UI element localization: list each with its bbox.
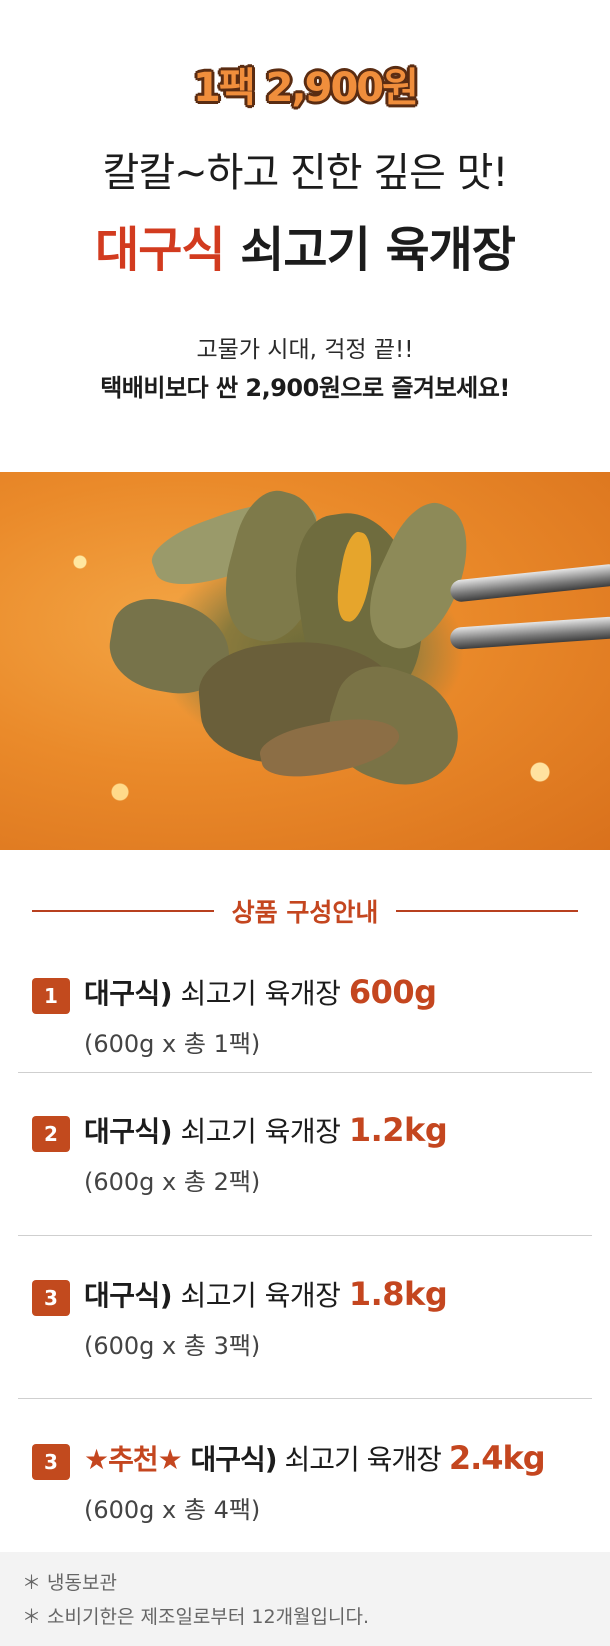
option-name: 대구식) 쇠고기 육개장 1.8kg bbox=[84, 1274, 448, 1314]
headline-tagline: 칼칼~하고 진한 깊은 맛! bbox=[102, 150, 509, 196]
option-detail: (600g x 총 3팩) bbox=[84, 1332, 261, 1360]
option-brand: 대구식) bbox=[190, 1443, 277, 1476]
item-divider bbox=[18, 1072, 592, 1073]
composition-header: 상품 구성안내 bbox=[0, 893, 610, 929]
option-size: 1.8kg bbox=[348, 1275, 448, 1313]
recommend-label: ★추천★ bbox=[84, 1443, 191, 1476]
storage-note: ＊ 냉동보관 bbox=[22, 1572, 117, 1594]
price-badge: 1팩 2,900원 bbox=[193, 65, 419, 111]
headline-accent: 대구식 bbox=[95, 222, 225, 278]
option-name: ★추천★ 대구식) 쇠고기 육개장 2.4kg bbox=[84, 1438, 546, 1478]
subheadline-2: 택배비보다 싼 2,900원으로 즐겨보세요! bbox=[100, 374, 510, 402]
option-number-badge: 2 bbox=[32, 1116, 70, 1152]
option-size: 1.2kg bbox=[348, 1111, 448, 1149]
option-brand: 대구식) bbox=[84, 1115, 173, 1148]
notice-box: ＊ 냉동보관 ＊ 소비기한은 제조일로부터 12개월입니다. bbox=[0, 1552, 610, 1646]
option-detail: (600g x 총 2팩) bbox=[84, 1168, 261, 1196]
option-detail: (600g x 총 1팩) bbox=[84, 1030, 261, 1058]
option-number-badge: 1 bbox=[32, 978, 70, 1014]
option-name: 대구식) 쇠고기 육개장 1.2kg bbox=[84, 1110, 448, 1150]
item-divider bbox=[18, 1235, 592, 1236]
header-rule-left bbox=[31, 910, 214, 912]
option-item: 2 대구식) 쇠고기 육개장 1.2kg (600g x 총 2팩) bbox=[32, 1108, 592, 1228]
product-photo bbox=[0, 472, 610, 850]
option-number-badge: 3 bbox=[32, 1280, 70, 1316]
composition-title: 상품 구성안내 bbox=[231, 898, 379, 927]
header-rule-right bbox=[396, 910, 579, 912]
option-item: 3 ★추천★ 대구식) 쇠고기 육개장 2.4kg (600g x 총 4팩) bbox=[32, 1436, 592, 1556]
expiry-note: ＊ 소비기한은 제조일로부터 12개월입니다. bbox=[22, 1606, 370, 1628]
hero-section: 1팩 2,900원 칼칼~하고 진한 깊은 맛! 대구식 쇠고기 육개장 고물가… bbox=[0, 0, 610, 470]
option-item: 3 대구식) 쇠고기 육개장 1.8kg (600g x 총 3팩) bbox=[32, 1272, 592, 1392]
option-size: 600g bbox=[348, 973, 437, 1011]
option-name: 대구식) 쇠고기 육개장 600g bbox=[84, 972, 437, 1012]
option-brand: 대구식) bbox=[84, 1279, 173, 1312]
option-size: 2.4kg bbox=[448, 1439, 546, 1477]
headline-product: 대구식 쇠고기 육개장 bbox=[0, 210, 610, 280]
option-detail: (600g x 총 4팩) bbox=[84, 1496, 261, 1524]
subheadline-1: 고물가 시대, 걱정 끝!! bbox=[196, 337, 414, 363]
headline-rest: 쇠고기 육개장 bbox=[224, 222, 516, 278]
item-divider bbox=[18, 1398, 592, 1399]
option-product: 쇠고기 육개장 bbox=[172, 977, 349, 1010]
option-brand: 대구식) bbox=[84, 977, 173, 1010]
option-number-badge: 3 bbox=[32, 1444, 70, 1480]
option-product: 쇠고기 육개장 bbox=[276, 1443, 449, 1476]
option-product: 쇠고기 육개장 bbox=[172, 1115, 349, 1148]
option-product: 쇠고기 육개장 bbox=[172, 1279, 349, 1312]
